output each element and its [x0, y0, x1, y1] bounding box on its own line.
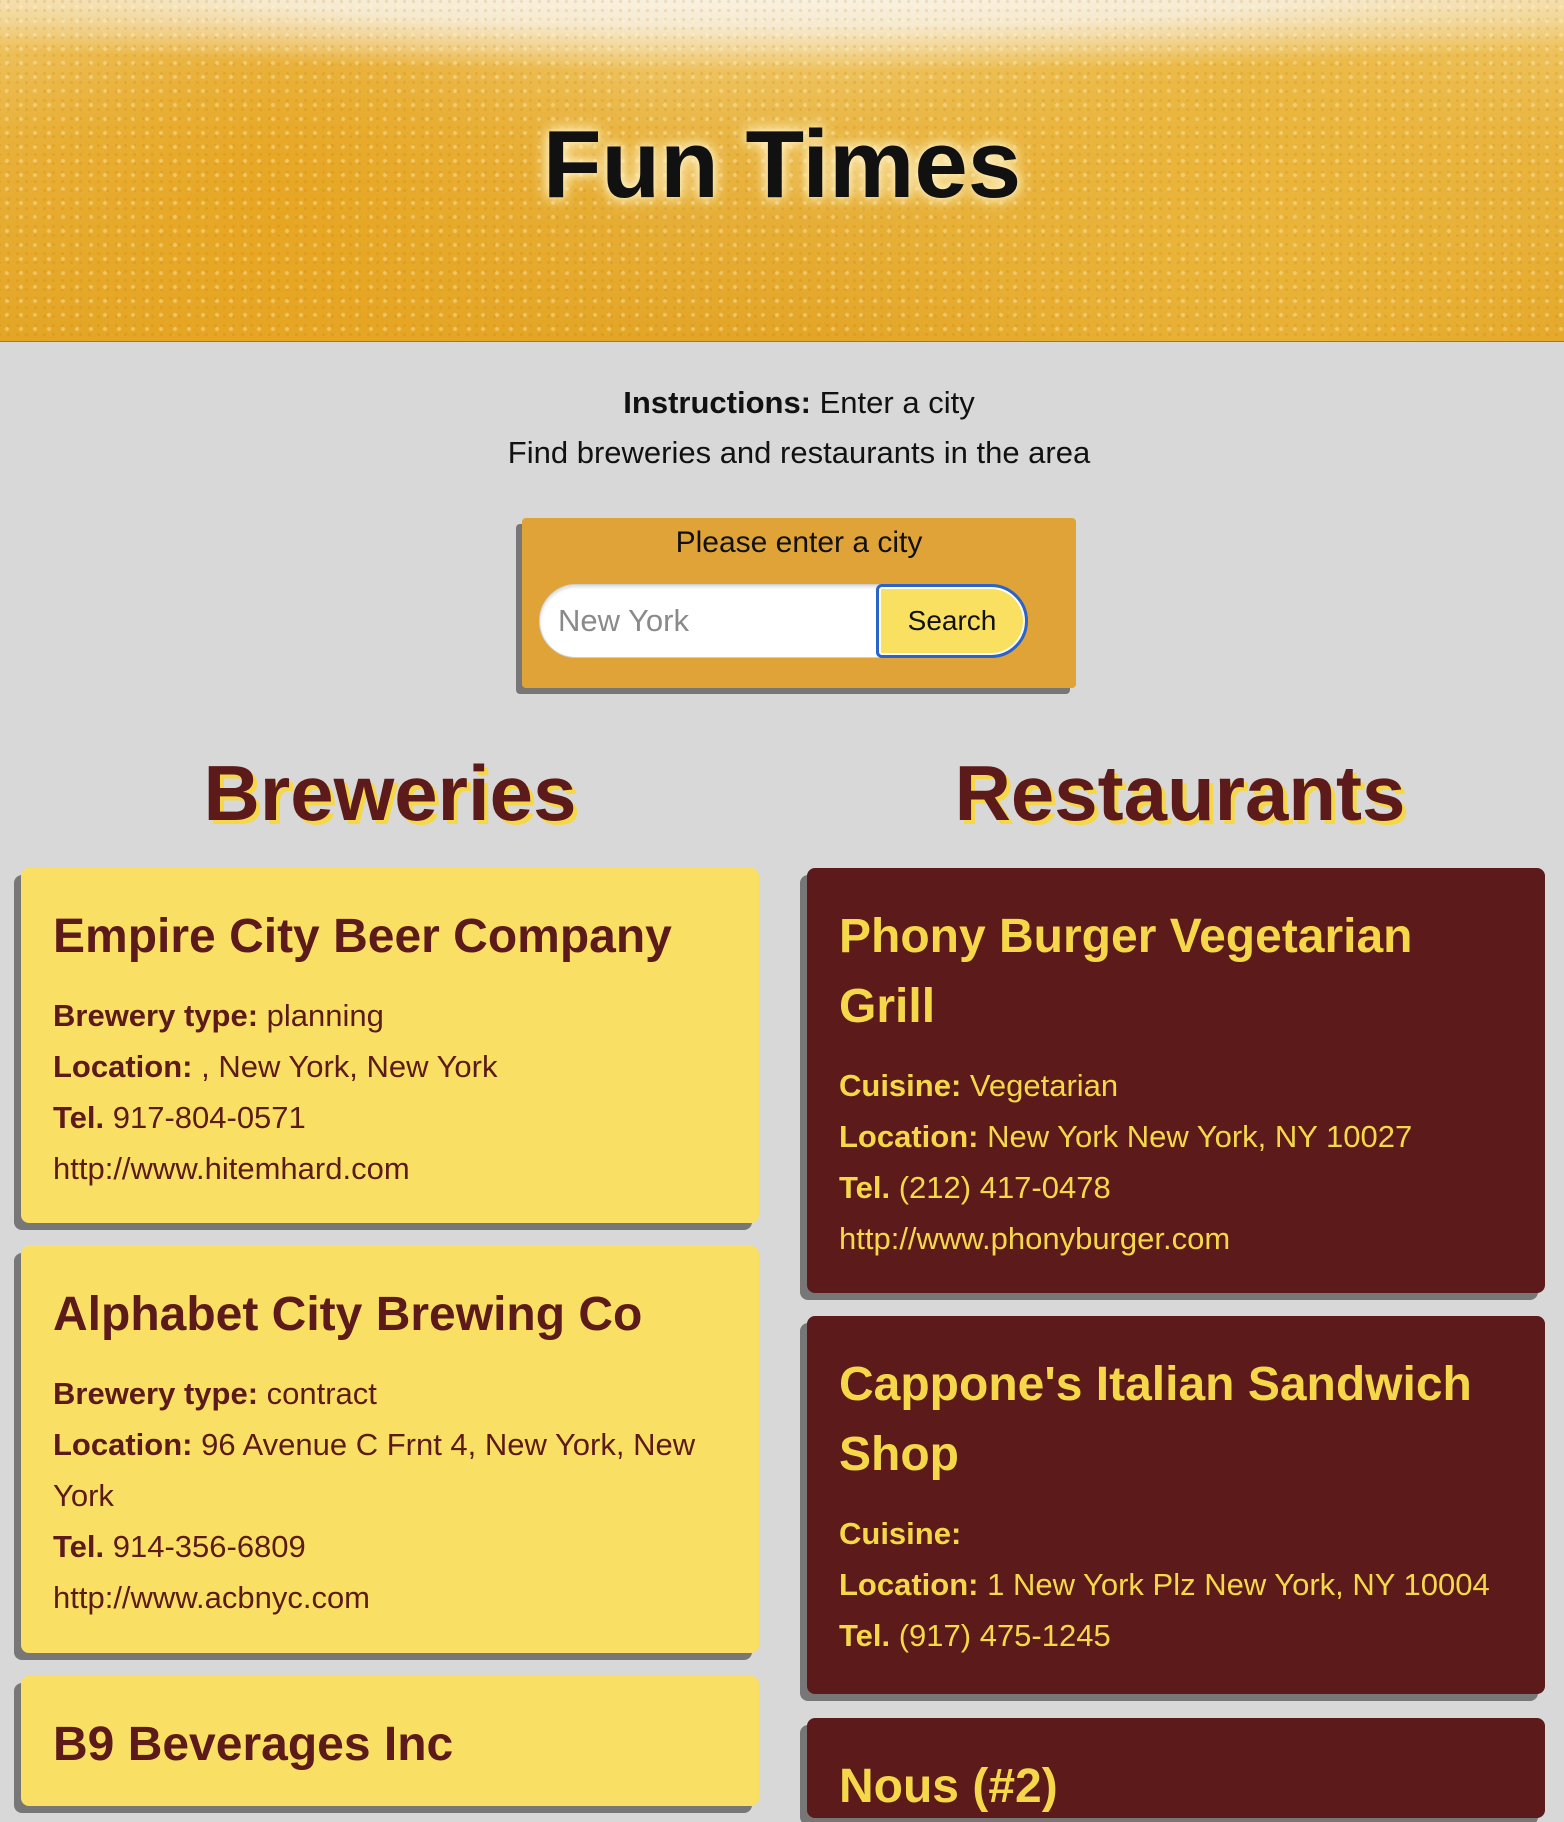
instructions-subtext: Find breweries and restaurants in the ar… [507, 435, 1091, 470]
brewery-type-value: planning [258, 998, 384, 1033]
brewery-card: Empire City Beer Company Brewery type: p… [21, 868, 759, 1223]
brewery-location-label: Location: [53, 1427, 193, 1462]
search-panel: Please enter a city Search [522, 518, 1076, 688]
restaurant-name: Phony Burger Vegetarian Grill [839, 910, 1413, 1033]
brewery-type-label: Brewery type: [53, 998, 259, 1033]
brewery-card: Alphabet City Brewing Co Brewery type: c… [21, 1246, 759, 1653]
brewery-tel-label: Tel. [53, 1100, 105, 1135]
brewery-name: B9 Beverages Inc [53, 1718, 454, 1771]
brewery-type: Brewery type: contract [53, 1368, 727, 1419]
restaurant-tel-label: Tel. [839, 1170, 891, 1205]
restaurant-cuisine: Cuisine: [839, 1508, 1513, 1559]
restaurant-card: Cappone's Italian Sandwich Shop Cuisine:… [807, 1316, 1545, 1694]
restaurant-tel-label: Tel. [839, 1618, 891, 1653]
restaurant-card: Phony Burger Vegetarian Grill Cuisine: V… [807, 868, 1545, 1293]
brewery-tel: Tel. 914-356-6809 [53, 1521, 727, 1572]
brewery-location: Location: 96 Avenue C Frnt 4, New York, … [53, 1419, 727, 1521]
brewery-url-link[interactable]: http://www.acbnyc.com [53, 1572, 727, 1623]
brewery-name: Alphabet City Brewing Co [53, 1288, 643, 1341]
page-title: Fun Times [542, 111, 1022, 218]
restaurant-location-label: Location: [839, 1567, 979, 1602]
search-button[interactable]: Search [876, 584, 1028, 658]
brewery-card: B9 Beverages Inc [21, 1676, 759, 1806]
restaurant-location-value: New York New York, NY 10027 [978, 1119, 1413, 1154]
restaurants-heading: Restaurants [954, 749, 1406, 837]
instructions-label: Instructions: [623, 385, 812, 420]
city-search-input[interactable] [539, 584, 899, 658]
hero-banner: Fun Times [0, 0, 1564, 342]
restaurant-cuisine-label: Cuisine: [839, 1068, 962, 1103]
brewery-name: Empire City Beer Company [53, 910, 672, 963]
restaurant-cuisine-label: Cuisine: [839, 1516, 962, 1551]
brewery-tel: Tel. 917-804-0571 [53, 1092, 727, 1143]
restaurant-cuisine-value: Vegetarian [961, 1068, 1119, 1103]
restaurant-card: Nous (#2) [807, 1718, 1545, 1818]
restaurant-url-link[interactable]: http://www.phonyburger.com [839, 1213, 1513, 1264]
restaurant-location: Location: 1 New York Plz New York, NY 10… [839, 1559, 1513, 1610]
search-label: Please enter a city [675, 526, 923, 559]
brewery-type-label: Brewery type: [53, 1376, 259, 1411]
brewery-tel-label: Tel. [53, 1529, 105, 1564]
restaurant-cuisine: Cuisine: Vegetarian [839, 1060, 1513, 1111]
brewery-location-value: , New York, New York [192, 1049, 498, 1084]
brewery-url-link[interactable]: http://www.hitemhard.com [53, 1143, 727, 1194]
restaurant-tel-value: (917) 475-1245 [890, 1618, 1111, 1653]
brewery-location-label: Location: [53, 1049, 193, 1084]
instructions-line: Instructions: Enter a city [0, 378, 1564, 428]
brewery-type-value: contract [258, 1376, 377, 1411]
instructions-text: Enter a city [811, 385, 975, 420]
restaurant-tel-value: (212) 417-0478 [890, 1170, 1111, 1205]
brewery-type: Brewery type: planning [53, 990, 727, 1041]
brewery-tel-value: 914-356-6809 [104, 1529, 306, 1564]
restaurant-location-label: Location: [839, 1119, 979, 1154]
brewery-tel-value: 917-804-0571 [104, 1100, 306, 1135]
brewery-location: Location: , New York, New York [53, 1041, 727, 1092]
restaurant-location: Location: New York New York, NY 10027 [839, 1111, 1513, 1162]
restaurant-tel: Tel. (212) 417-0478 [839, 1162, 1513, 1213]
restaurant-location-value: 1 New York Plz New York, NY 10004 [978, 1567, 1490, 1602]
restaurant-name: Cappone's Italian Sandwich Shop [839, 1358, 1472, 1481]
restaurant-tel: Tel. (917) 475-1245 [839, 1610, 1513, 1661]
breweries-heading: Breweries [203, 749, 577, 837]
instructions: Instructions: Enter a city Find brewerie… [0, 378, 1564, 478]
restaurant-name: Nous (#2) [839, 1760, 1058, 1813]
